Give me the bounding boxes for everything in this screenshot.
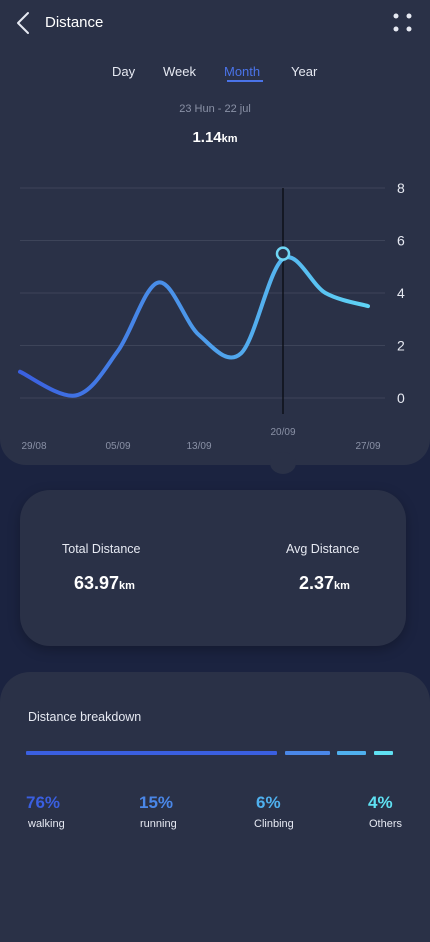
x-tick-label: 05/09	[105, 441, 130, 452]
series-line	[18, 255, 370, 398]
breakdown-bar-climbing	[337, 751, 366, 755]
date-range: 23 Hun - 22 jul	[179, 103, 251, 115]
selected-distance-unit: km	[221, 133, 238, 145]
breakdown-bar-running	[285, 751, 330, 755]
others-percent: 4%	[368, 793, 393, 812]
dots-grid-icon	[393, 13, 412, 32]
more-options-button[interactable]	[392, 12, 414, 34]
selected-distance: 1.14km	[0, 129, 430, 146]
breakdown-card: Distance breakdown 76% walking 15% runni…	[0, 672, 430, 942]
header: Distance	[0, 0, 430, 46]
others-label: Others	[369, 818, 403, 830]
y-tick-label: 6	[397, 233, 405, 249]
stats-card: Total Distance 63.97km Avg Distance 2.37…	[20, 490, 406, 646]
total-distance-label: Total Distance	[62, 542, 141, 556]
active-tab-indicator	[227, 80, 263, 82]
x-tick-label: 29/08	[21, 441, 46, 452]
y-tick-label: 2	[397, 338, 405, 354]
total-distance-value: 63.97km	[74, 573, 135, 594]
avg-distance-unit: km	[334, 580, 350, 592]
avg-distance-value: 2.37km	[299, 573, 350, 594]
walking-percent: 76%	[26, 793, 61, 812]
chevron-left-icon	[17, 12, 29, 34]
breakdown-bar-walking	[26, 751, 277, 755]
breakdown-title: Distance breakdown	[28, 710, 142, 724]
y-tick-label: 0	[397, 390, 405, 406]
avg-distance-label: Avg Distance	[286, 542, 360, 556]
walking-label: walking	[28, 818, 65, 830]
tab-year[interactable]: Year	[291, 64, 317, 79]
page-title: Distance	[45, 14, 104, 31]
running-percent: 15%	[139, 793, 174, 812]
period-tabs: Day Week Month Year	[0, 64, 430, 84]
avg-distance-number: 2.37	[299, 573, 335, 593]
selected-point[interactable]	[275, 246, 291, 261]
climbing-label: Clinbing	[254, 818, 294, 830]
x-tick-label: 20/09	[270, 427, 295, 438]
tab-day[interactable]: Day	[112, 64, 135, 79]
total-distance-number: 63.97	[74, 573, 120, 593]
x-tick-label: 27/09	[355, 441, 380, 452]
tab-month[interactable]: Month	[224, 64, 260, 79]
selected-distance-value: 1.14	[192, 129, 222, 146]
tab-week[interactable]: Week	[163, 64, 196, 79]
running-label: running	[140, 818, 177, 830]
x-tick-label: 13/09	[186, 441, 211, 452]
climbing-percent: 6%	[256, 793, 281, 812]
breakdown-bar-others	[374, 751, 393, 755]
y-tick-label: 4	[397, 285, 405, 301]
total-distance-unit: km	[119, 580, 135, 592]
distance-chart[interactable]: 8 6 4 2 0 29/08 05/09 13/09 20/09 27/09	[0, 178, 430, 458]
back-button[interactable]	[14, 11, 36, 35]
y-tick-label: 8	[397, 180, 405, 196]
